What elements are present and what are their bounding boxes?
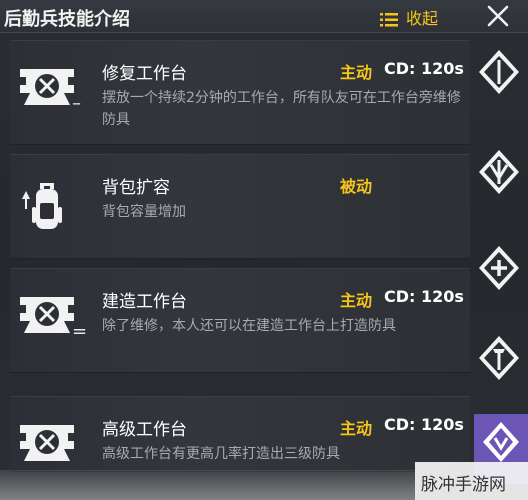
header-bar: 后勤兵技能介绍 收起 (0, 0, 528, 33)
skill-description: 背包容量增加 (102, 204, 186, 220)
skill-name: 高级工作台 (102, 420, 187, 440)
collapse-button[interactable]: 收起 (380, 5, 438, 29)
skill-description: 除了维修，本人还可以在建造工作台上打造防具 (102, 318, 396, 334)
skill-name: 背包扩容 (102, 178, 170, 198)
rank-1-icon[interactable] (475, 48, 523, 96)
skill-type-badge: 主动 (340, 63, 373, 82)
skill-cooldown: CD: 120s (384, 59, 464, 78)
backpack-icon (14, 169, 80, 235)
watermark: 脉冲手游网 (415, 462, 528, 500)
workbench-icon (14, 283, 80, 349)
skill-level-mark: = (72, 321, 88, 342)
skill-card-backpack-expansion[interactable]: 背包扩容 被动 背包容量增加 (10, 154, 470, 259)
workbench-icon (14, 55, 80, 121)
skill-cooldown: CD: 120s (384, 287, 464, 306)
rank-3-icon[interactable] (475, 334, 523, 382)
skill-level-mark: – (72, 93, 81, 114)
skill-card-build-workbench[interactable]: = 建造工作台 主动 CD: 120s 除了维修，本人还可以在建造工作台上打造防… (10, 268, 470, 373)
list-icon (380, 12, 398, 26)
skill-card-repair-workbench[interactable]: – 修复工作台 主动 CD: 120s 摆放一个持续2分钟的工作台，所有队友可在… (10, 40, 470, 145)
plus-icon[interactable] (475, 244, 523, 292)
skill-type-badge: 主动 (340, 419, 373, 438)
close-icon[interactable] (486, 4, 510, 28)
skill-type-badge: 被动 (340, 177, 373, 196)
skill-description: 高级工作台有更高几率打造出三级防具 (102, 446, 340, 462)
skill-name: 修复工作台 (102, 64, 187, 84)
skill-name: 建造工作台 (102, 292, 187, 312)
workbench-icon (14, 411, 80, 477)
watermark-text: 脉冲手游网 (421, 475, 506, 495)
skill-card-advanced-workbench[interactable]: 高级工作台 主动 CD: 120s 高级工作台有更高几率打造出三级防具 (10, 396, 470, 472)
rank-2-icon[interactable] (475, 148, 523, 196)
skill-type-badge: 主动 (340, 291, 373, 310)
page-title: 后勤兵技能介绍 (4, 9, 130, 30)
collapse-label: 收起 (406, 9, 439, 28)
bottom-overlay (0, 470, 415, 500)
skill-cooldown: CD: 120s (384, 415, 464, 434)
skill-description: 摆放一个持续2分钟的工作台，所有队友可在工作台旁维修防具 (102, 90, 461, 128)
